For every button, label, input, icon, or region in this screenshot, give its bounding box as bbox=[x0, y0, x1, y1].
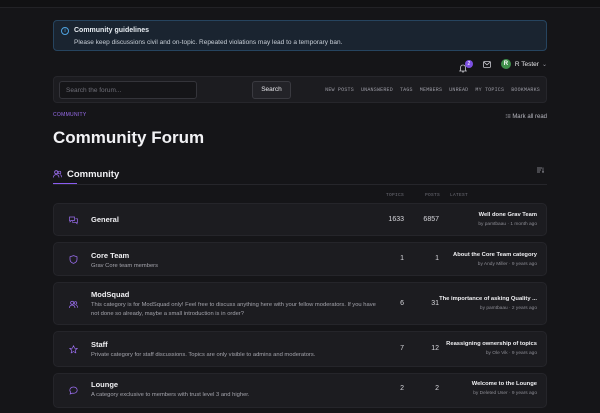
category-lounge[interactable]: Lounge A category exclusive to members w… bbox=[53, 373, 547, 408]
category-description: Grav Core team members bbox=[91, 263, 159, 269]
column-topics: TOPICS bbox=[386, 193, 405, 198]
category-description: This category is for ModSquad only! Feel… bbox=[91, 302, 376, 317]
star-icon bbox=[65, 341, 81, 357]
category-description: Private category for staff discussions. … bbox=[91, 352, 316, 358]
latest-topic-link[interactable]: The importance of asking Quality ... bbox=[439, 296, 537, 302]
nav-bookmarks[interactable]: BOOKMARKS bbox=[511, 87, 540, 93]
topics-count: 6 bbox=[400, 300, 404, 307]
guidelines-notice: i Community guidelines Please keep discu… bbox=[53, 20, 547, 51]
posts-count: 12 bbox=[431, 345, 439, 352]
avatar[interactable]: R bbox=[500, 59, 511, 69]
category-staff[interactable]: Staff Private category for staff discuss… bbox=[53, 331, 547, 367]
messages-icon[interactable] bbox=[482, 60, 491, 68]
category-modsquad[interactable]: ModSquad This category is for ModSquad o… bbox=[53, 282, 547, 325]
username[interactable]: R Tester bbox=[515, 61, 539, 68]
search-button[interactable]: Search bbox=[252, 81, 291, 99]
users-icon bbox=[53, 170, 62, 178]
mark-all-read-label: Mark all read bbox=[512, 114, 547, 120]
breadcrumb[interactable]: COMMUNITY bbox=[53, 112, 87, 118]
topics-count: 2 bbox=[400, 385, 404, 392]
notification-count-badge: 2 bbox=[464, 59, 473, 68]
mark-all-read-button[interactable]: ⁝≡ Mark all read bbox=[505, 113, 547, 120]
chevron-down-icon[interactable]: ⌄ bbox=[542, 61, 547, 68]
info-icon: i bbox=[61, 27, 69, 35]
latest-topic-meta: by Andy Miller · 9 years ago bbox=[477, 262, 537, 267]
topics-count: 1633 bbox=[388, 216, 404, 223]
chat-bubbles-icon bbox=[65, 212, 81, 228]
latest-topic-link[interactable]: Welcome to the Lounge bbox=[472, 381, 537, 387]
chat-bubble-icon bbox=[65, 382, 81, 398]
column-posts: POSTS bbox=[425, 193, 441, 198]
latest-topic-link[interactable]: Reassigning ownership of topics bbox=[446, 341, 537, 347]
section-divider bbox=[53, 184, 547, 185]
notice-text: Please keep discussions civil and on-top… bbox=[74, 39, 343, 46]
latest-topic-meta: by pamtbaau · 2 years ago bbox=[479, 306, 537, 311]
posts-count: 31 bbox=[431, 300, 439, 307]
category-name[interactable]: Lounge bbox=[91, 380, 118, 389]
notifications-button[interactable]: 2 bbox=[458, 59, 473, 72]
nav-tags[interactable]: TAGS bbox=[400, 87, 413, 93]
category-name[interactable]: General bbox=[91, 215, 119, 224]
latest-topic-meta: by Deleted User · 9 years ago bbox=[473, 391, 537, 396]
users-icon bbox=[65, 296, 81, 312]
nav-unanswered[interactable]: UNANSWERED bbox=[361, 87, 393, 93]
user-bar: 2 R R Tester ⌄ bbox=[458, 58, 547, 72]
category-name[interactable]: ModSquad bbox=[91, 290, 129, 299]
latest-topic-meta: by pamtbaau · 1 month ago bbox=[478, 222, 537, 227]
nav-new-posts[interactable]: NEW POSTS bbox=[325, 87, 354, 93]
search-toolbar: Search NEW POSTS UNANSWERED TAGS MEMBERS… bbox=[53, 76, 547, 103]
section-title: Community bbox=[67, 168, 120, 180]
search-input[interactable] bbox=[59, 81, 197, 99]
nav-unread[interactable]: UNREAD bbox=[449, 87, 468, 93]
latest-topic-link[interactable]: About the Core Team category bbox=[453, 252, 537, 258]
topics-count: 1 bbox=[400, 255, 404, 262]
page-title: Community Forum bbox=[53, 128, 205, 147]
notice-title: Community guidelines bbox=[74, 27, 150, 34]
posts-count: 2 bbox=[435, 385, 439, 392]
category-description: A category exclusive to members with tru… bbox=[91, 392, 250, 398]
posts-count: 6857 bbox=[423, 216, 439, 223]
nav-my-topics[interactable]: MY TOPICS bbox=[475, 87, 504, 93]
quick-nav: NEW POSTS UNANSWERED TAGS MEMBERS UNREAD… bbox=[325, 87, 540, 93]
category-name[interactable]: Staff bbox=[91, 340, 108, 349]
latest-topic-meta: by Ole Vik · 9 years ago bbox=[485, 351, 537, 356]
column-latest: LATEST bbox=[450, 193, 469, 198]
category-core-team[interactable]: Core Team Grav Core team members 1 1 Abo… bbox=[53, 242, 547, 276]
category-name[interactable]: Core Team bbox=[91, 251, 129, 260]
top-bar bbox=[0, 0, 600, 8]
shield-icon bbox=[65, 251, 81, 267]
category-general[interactable]: General 1633 6857 Well done Grav Team by… bbox=[53, 203, 547, 236]
posts-count: 1 bbox=[435, 255, 439, 262]
section-header[interactable]: Community bbox=[53, 167, 119, 181]
latest-topic-link[interactable]: Well done Grav Team bbox=[479, 212, 537, 218]
nav-members[interactable]: MEMBERS bbox=[420, 87, 442, 93]
topics-count: 7 bbox=[400, 345, 404, 352]
sort-icon[interactable] bbox=[537, 167, 544, 173]
